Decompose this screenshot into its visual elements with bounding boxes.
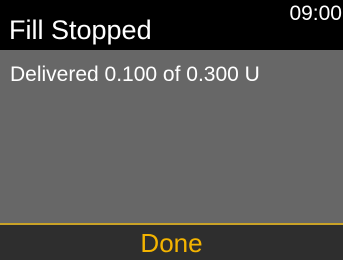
- done-button[interactable]: Done: [0, 225, 343, 260]
- done-button-label: Done: [140, 227, 203, 258]
- header-bar: Fill Stopped 09:00: [0, 0, 343, 50]
- clock-time: 09:00: [289, 2, 342, 25]
- page-title: Fill Stopped: [9, 15, 152, 45]
- delivery-status-text: Delivered 0.100 of 0.300 U: [10, 63, 260, 86]
- pump-screen: Fill Stopped 09:00 Delivered 0.100 of 0.…: [0, 0, 343, 260]
- message-panel: Delivered 0.100 of 0.300 U: [0, 50, 343, 223]
